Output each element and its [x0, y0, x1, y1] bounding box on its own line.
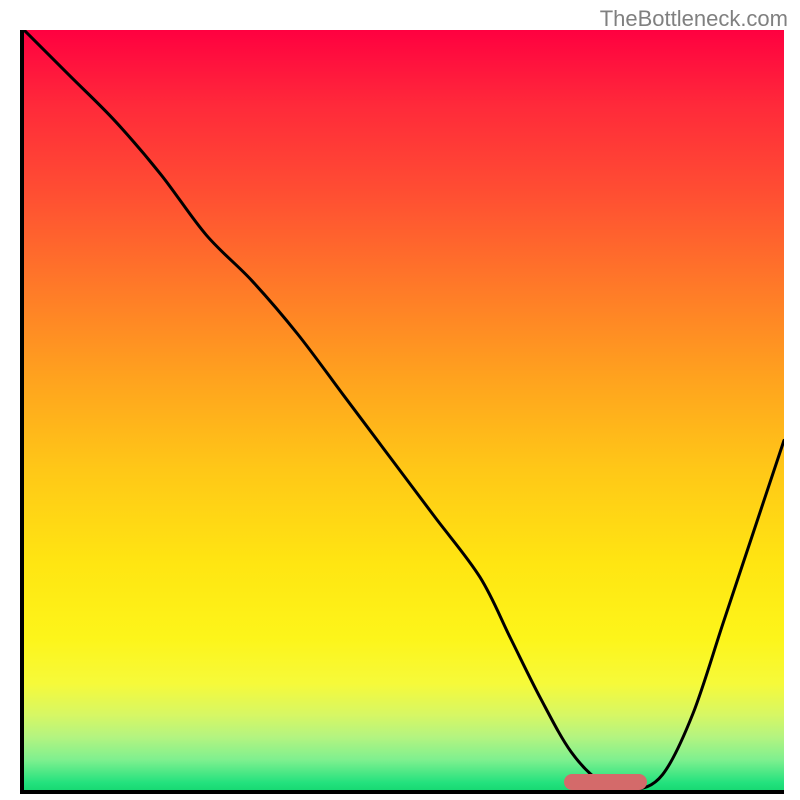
optimal-range-marker: [564, 774, 648, 790]
bottleneck-chart: TheBottleneck.com: [0, 0, 800, 800]
curve-layer: [24, 30, 784, 790]
watermark-label: TheBottleneck.com: [600, 6, 788, 32]
plot-area: [20, 30, 784, 794]
bottleneck-curve: [24, 30, 784, 790]
